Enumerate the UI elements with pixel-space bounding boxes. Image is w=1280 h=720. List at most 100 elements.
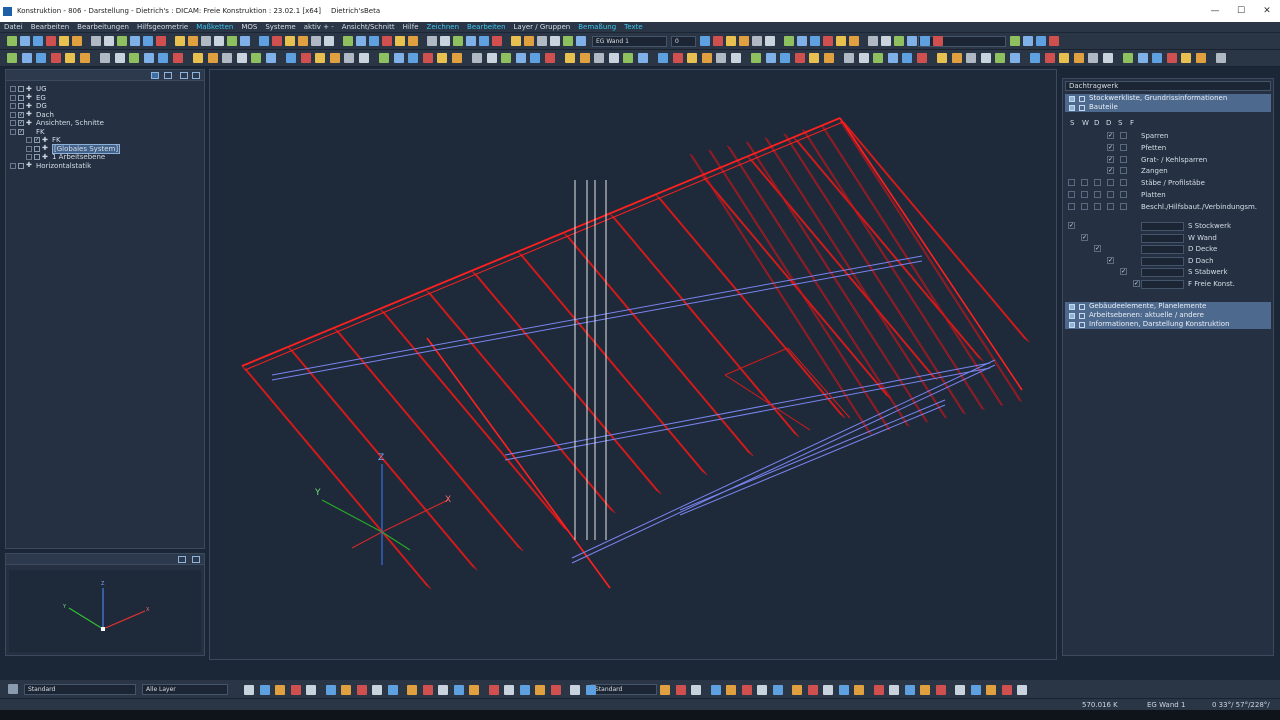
tool-icon[interactable]	[1059, 53, 1069, 63]
tool-icon[interactable]	[576, 36, 586, 46]
tool-icon[interactable]	[1010, 36, 1020, 46]
empty-combo[interactable]	[918, 36, 1006, 47]
command-icon[interactable]	[889, 685, 899, 695]
tool-icon[interactable]	[823, 36, 833, 46]
tool-icon[interactable]	[515, 53, 526, 63]
tool-icon[interactable]	[72, 36, 82, 46]
tool-icon[interactable]	[188, 36, 198, 46]
expand-icon[interactable]	[10, 103, 16, 110]
section-checkbox[interactable]	[1079, 95, 1085, 102]
menu-item-9[interactable]: Hilfe	[403, 23, 419, 31]
filter-checkbox[interactable]	[1094, 132, 1101, 139]
tool-icon[interactable]	[1166, 53, 1177, 63]
command-icon[interactable]	[550, 685, 561, 695]
tool-icon[interactable]	[369, 36, 379, 46]
style-combo-2[interactable]: Standard	[591, 684, 657, 695]
layers-icon[interactable]	[8, 684, 18, 694]
tool-icon[interactable]	[1195, 53, 1206, 63]
tool-icon[interactable]	[713, 36, 723, 46]
tool-icon[interactable]	[951, 53, 962, 63]
tree-item[interactable]: ✚ 1 Arbeitsebene	[10, 153, 204, 162]
tool-icon[interactable]	[130, 36, 140, 46]
tool-icon[interactable]	[1181, 53, 1191, 63]
command-icon[interactable]	[757, 685, 767, 695]
section-checkbox[interactable]	[1079, 321, 1085, 328]
tool-icon[interactable]	[501, 53, 511, 63]
tree-item[interactable]: ✚ EG	[10, 94, 204, 103]
command-icon[interactable]	[660, 685, 670, 695]
command-icon[interactable]	[1001, 685, 1012, 695]
floor-value-field[interactable]	[1141, 279, 1184, 289]
menu-item-3[interactable]: Hilfsgeometrie	[137, 23, 188, 31]
tool-icon[interactable]	[784, 36, 794, 46]
command-icon[interactable]	[854, 685, 864, 695]
tool-icon[interactable]	[1023, 36, 1033, 46]
command-icon[interactable]	[259, 685, 270, 695]
tool-icon[interactable]	[700, 36, 710, 46]
tool-icon[interactable]	[1073, 53, 1084, 63]
tool-icon[interactable]	[980, 53, 991, 63]
layer-combo[interactable]: Alle Layer	[142, 684, 228, 695]
filter-checkbox[interactable]	[1120, 143, 1127, 151]
tool-icon[interactable]	[637, 53, 648, 63]
expand-icon[interactable]	[10, 162, 16, 169]
floor-value-field[interactable]	[1141, 268, 1184, 277]
menu-item-2[interactable]: Bearbeitungen	[77, 23, 129, 31]
menu-item-12[interactable]: Layer / Gruppen	[514, 23, 571, 31]
filter-checkbox[interactable]	[1068, 179, 1075, 187]
command-icon[interactable]	[792, 685, 802, 695]
tool-icon[interactable]	[265, 53, 276, 63]
filter-checkbox[interactable]	[1081, 202, 1088, 210]
filter-checkbox[interactable]	[1068, 144, 1075, 151]
tool-icon[interactable]	[382, 36, 392, 46]
tool-icon[interactable]	[887, 53, 898, 63]
command-icon[interactable]	[873, 685, 884, 695]
tool-icon[interactable]	[1137, 53, 1148, 63]
tool-icon[interactable]	[701, 53, 712, 63]
tool-icon[interactable]	[193, 53, 203, 63]
command-icon[interactable]	[904, 685, 915, 695]
tool-icon[interactable]	[550, 36, 560, 46]
filter-checkbox[interactable]	[1068, 202, 1075, 210]
tool-icon[interactable]	[156, 36, 166, 46]
filter-checkbox[interactable]	[1094, 202, 1101, 210]
tool-icon[interactable]	[356, 36, 366, 46]
tool-icon[interactable]	[315, 53, 325, 63]
menu-item-0[interactable]: Datei	[4, 23, 23, 31]
filter-checkbox[interactable]: ✓	[1107, 167, 1114, 175]
floor-checkbox[interactable]: ✓	[1094, 245, 1101, 252]
filter-checkbox[interactable]	[1081, 156, 1088, 163]
tool-icon[interactable]	[379, 53, 389, 63]
tool-icon[interactable]	[608, 53, 619, 63]
expand-icon[interactable]	[26, 145, 32, 152]
tool-icon[interactable]	[844, 53, 854, 63]
filter-checkbox[interactable]	[1120, 202, 1127, 210]
command-icon[interactable]	[1017, 685, 1027, 695]
floor-value-field[interactable]	[1141, 245, 1184, 254]
filter-checkbox[interactable]	[1120, 132, 1127, 139]
expand-icon[interactable]	[1069, 303, 1075, 310]
tool-icon[interactable]	[1044, 53, 1055, 63]
section-header[interactable]: Gebäudeelemente, Planelemente	[1065, 302, 1271, 311]
tool-icon[interactable]	[79, 53, 90, 63]
tree-checkbox[interactable]: ✓	[18, 128, 24, 135]
tool-icon[interactable]	[175, 36, 185, 46]
tool-icon[interactable]	[916, 53, 927, 63]
floor-value-field[interactable]	[1141, 256, 1184, 266]
tool-icon[interactable]	[129, 53, 139, 63]
tool-icon[interactable]	[1049, 36, 1059, 46]
command-icon[interactable]	[244, 685, 254, 695]
tree-item[interactable]: ✚ [Globales System]	[10, 143, 204, 154]
command-icon[interactable]	[691, 685, 701, 695]
command-icon[interactable]	[807, 685, 818, 695]
tool-icon[interactable]	[158, 53, 168, 63]
command-icon[interactable]	[275, 685, 285, 695]
tool-icon[interactable]	[1030, 53, 1040, 63]
command-icon[interactable]	[726, 685, 736, 695]
tree-item[interactable]: ✓ ✚ Dach	[10, 111, 204, 120]
filter-checkbox[interactable]	[1068, 167, 1075, 174]
tool-icon[interactable]	[344, 53, 354, 63]
tool-icon[interactable]	[672, 53, 683, 63]
expand-icon[interactable]	[10, 86, 16, 93]
menu-item-4[interactable]: Maßketten	[196, 23, 233, 31]
